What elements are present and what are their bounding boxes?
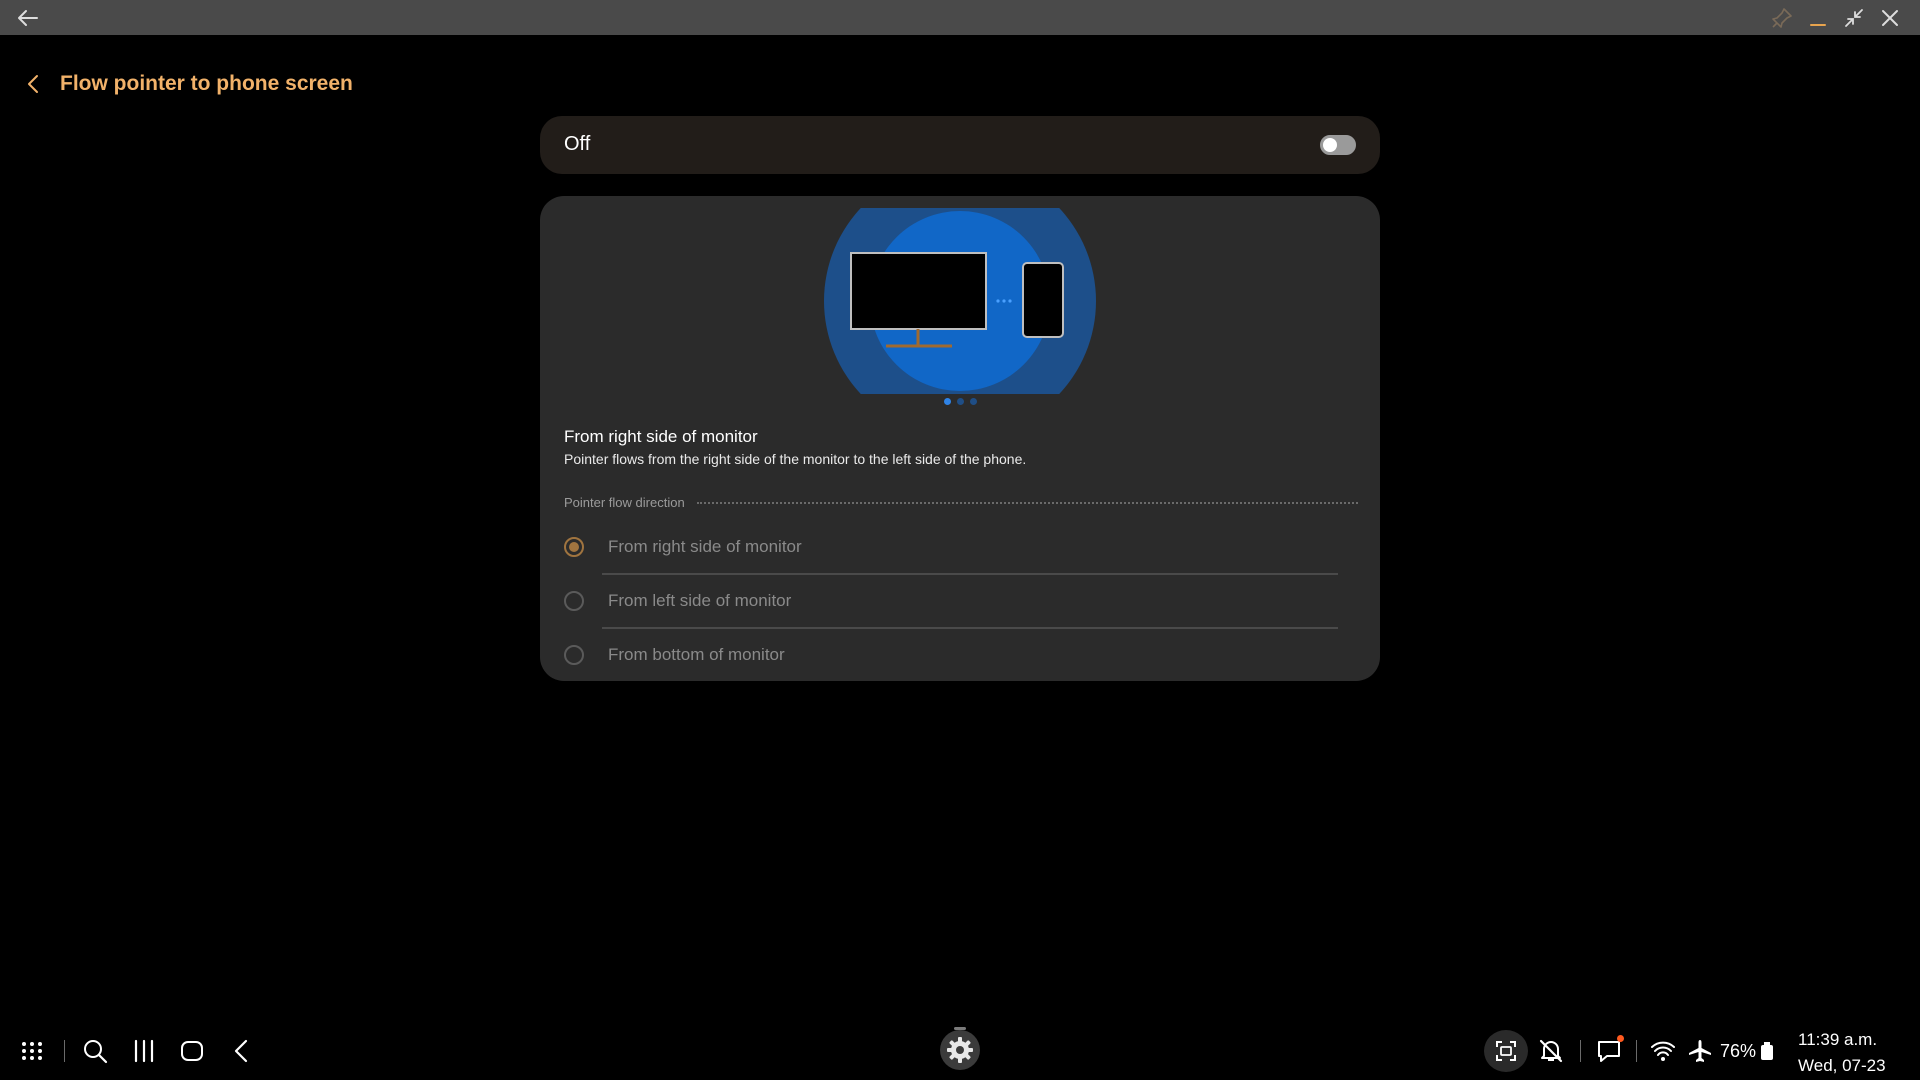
battery-percent[interactable]: 76% (1720, 1041, 1756, 1062)
search-icon[interactable] (82, 1038, 108, 1064)
section-divider (696, 501, 1358, 504)
option-label: From right side of monitor (608, 537, 802, 556)
option-right-side[interactable]: From right side of monitor (564, 520, 1354, 574)
recents-icon[interactable] (131, 1038, 157, 1064)
radio-button[interactable] (564, 645, 584, 665)
settings-icon (947, 1037, 973, 1063)
page-header: Flow pointer to phone screen (22, 68, 353, 100)
airplane-icon[interactable] (1687, 1038, 1713, 1064)
clock-time[interactable]: 11:39 a.m. (1798, 1030, 1877, 1050)
pointer-flow-card: From right side of monitor Pointer flows… (540, 196, 1380, 681)
screen-capture-button[interactable] (1484, 1030, 1528, 1072)
section-label: Pointer flow direction (564, 495, 685, 510)
taskbar-separator (1580, 1040, 1581, 1062)
notification-icon[interactable] (1596, 1038, 1622, 1064)
option-label: From left side of monitor (608, 591, 792, 610)
screen-capture-icon (1496, 1041, 1516, 1061)
option-bottom[interactable]: From bottom of monitor (564, 628, 1354, 682)
page-dot[interactable] (969, 398, 977, 405)
toggle-label: Off (564, 133, 591, 155)
back-icon[interactable] (229, 1038, 255, 1064)
minimize-icon[interactable] (1806, 6, 1830, 30)
back-arrow-icon[interactable] (16, 7, 40, 29)
master-switch[interactable] (1320, 135, 1356, 155)
apps-grid-icon[interactable] (19, 1038, 45, 1064)
page-indicator (540, 398, 1380, 405)
back-chevron-icon[interactable] (22, 72, 46, 96)
close-icon[interactable] (1878, 6, 1902, 30)
mute-icon[interactable] (1538, 1038, 1564, 1064)
section-header: Pointer flow direction (564, 495, 1358, 510)
restore-icon[interactable] (1842, 6, 1866, 30)
taskbar-separator (1636, 1040, 1637, 1062)
description-title: From right side of monitor (564, 427, 758, 446)
description-text: Pointer flows from the right side of the… (564, 451, 1027, 467)
page-title: Flow pointer to phone screen (60, 72, 353, 95)
pin-icon[interactable] (1770, 6, 1794, 30)
taskbar-separator (64, 1040, 65, 1062)
page-dot[interactable] (956, 398, 964, 405)
battery-icon[interactable] (1758, 1038, 1776, 1064)
radio-button[interactable] (564, 591, 584, 611)
option-left-side[interactable]: From left side of monitor (564, 574, 1354, 628)
option-label: From bottom of monitor (608, 645, 785, 664)
taskbar: 76% 11:39 a.m. Wed, 07-23 (0, 1020, 1920, 1080)
window-title-bar (0, 0, 1920, 35)
page-dot[interactable] (943, 398, 951, 405)
settings-app-button[interactable] (940, 1030, 980, 1070)
home-icon[interactable] (179, 1038, 205, 1064)
monitor-to-phone-illustration (824, 208, 1096, 394)
switch-knob (1323, 138, 1337, 152)
clock-date[interactable]: Wed, 07-23 (1798, 1056, 1886, 1076)
master-toggle-card[interactable]: Off (540, 116, 1380, 174)
notification-badge (1617, 1035, 1624, 1042)
wifi-icon[interactable] (1650, 1038, 1676, 1064)
radio-button[interactable] (564, 537, 584, 557)
